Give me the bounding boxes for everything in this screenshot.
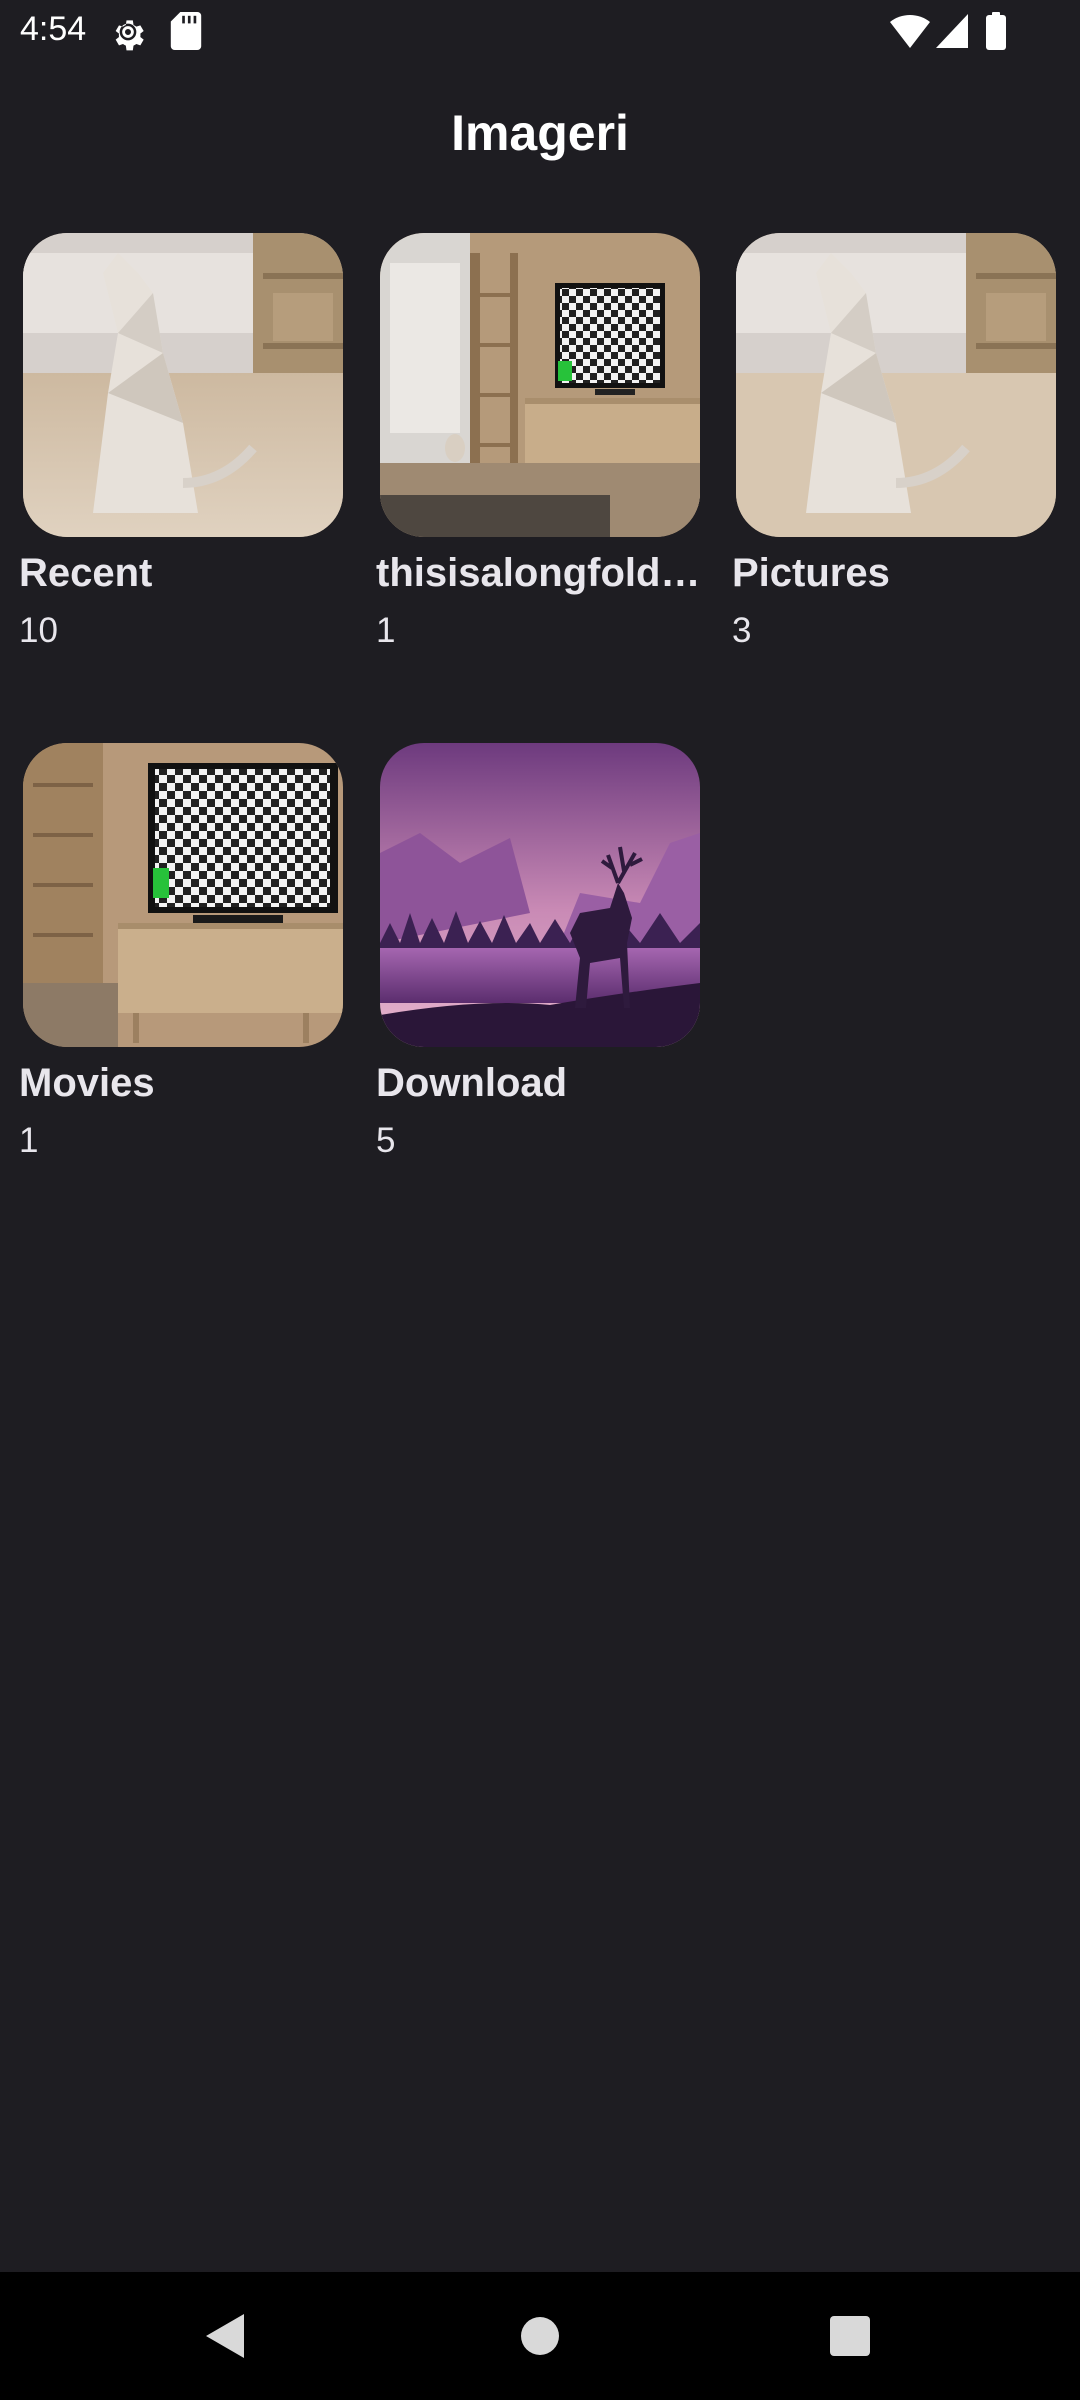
album-thumbnail[interactable] [23,743,343,1047]
album-count: 10 [19,611,58,650]
tv-room-image [380,233,700,537]
settings-gear-icon [108,12,148,57]
album-thumbnail[interactable] [380,743,700,1047]
album-name: Movies [19,1061,155,1105]
cellular-signal-icon [936,14,968,53]
recents-button[interactable] [790,2272,910,2400]
tv-cabinet-image [23,743,343,1047]
album-name: Pictures [732,551,890,595]
album-name: Download [376,1061,568,1105]
album-count: 5 [376,1121,396,1160]
wifi-icon [890,14,930,53]
home-circle-icon [521,2317,559,2355]
album-thumbnail[interactable] [23,233,343,537]
purple-deer-image [380,743,700,1047]
back-button[interactable] [166,2272,286,2400]
album-count: 1 [376,611,396,650]
album-count: 1 [19,1121,39,1160]
screen: 4:54 Imageri Recent 10 thisisalongfold… … [0,0,1080,2400]
back-triangle-icon [206,2314,244,2358]
recents-square-icon [830,2316,870,2356]
paper-cat-image [736,233,1056,537]
sd-card-icon [170,12,202,55]
app-title: Imageri [451,105,629,161]
system-nav-bar [0,2272,1080,2400]
battery-icon [986,12,1006,55]
album-thumbnail[interactable] [380,233,700,537]
album-count: 3 [732,611,752,650]
status-time: 4:54 [20,10,87,48]
paper-cat-image [23,233,343,537]
album-name: thisisalongfold… [376,551,701,595]
status-bar: 4:54 [0,0,1080,64]
home-button[interactable] [480,2272,600,2400]
album-name: Recent [19,551,153,595]
album-thumbnail[interactable] [736,233,1056,537]
